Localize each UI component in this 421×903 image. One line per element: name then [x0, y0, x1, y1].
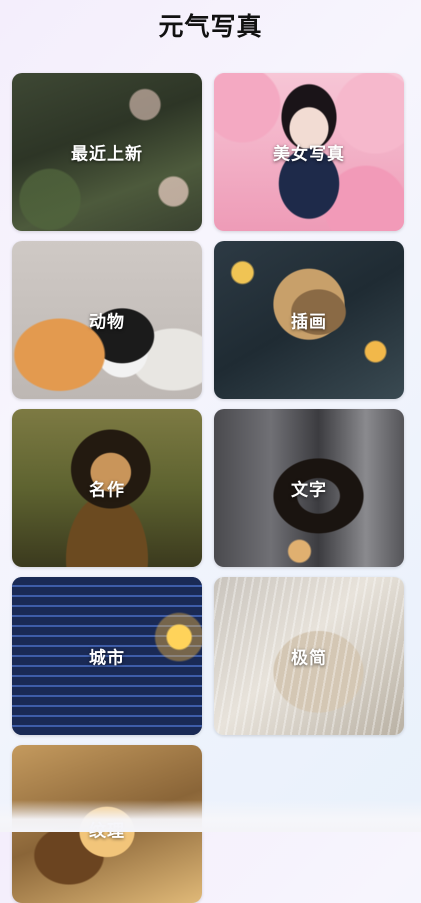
category-card-masterpiece[interactable]: 名作 — [12, 409, 202, 567]
category-label: 动物 — [89, 312, 125, 333]
category-label: 美女写真 — [273, 144, 345, 165]
bottom-fade-overlay — [0, 800, 421, 832]
category-label: 最近上新 — [71, 144, 143, 165]
category-card-beauty[interactable]: 美女写真 — [214, 73, 404, 231]
category-card-animal[interactable]: 动物 — [12, 241, 202, 399]
page-title: 元气写真 — [158, 12, 263, 41]
category-card-city[interactable]: 城市 — [12, 577, 202, 735]
category-label: 插画 — [291, 312, 327, 333]
category-card-minimal[interactable]: 极简 — [214, 577, 404, 735]
category-card-illustration[interactable]: 插画 — [214, 241, 404, 399]
category-card-text[interactable]: 文字 — [214, 409, 404, 567]
category-label: 名作 — [89, 480, 125, 501]
category-label: 极简 — [291, 648, 327, 669]
category-label: 文字 — [291, 480, 327, 501]
category-label: 城市 — [89, 648, 125, 669]
category-card-latest[interactable]: 最近上新 — [12, 73, 202, 231]
